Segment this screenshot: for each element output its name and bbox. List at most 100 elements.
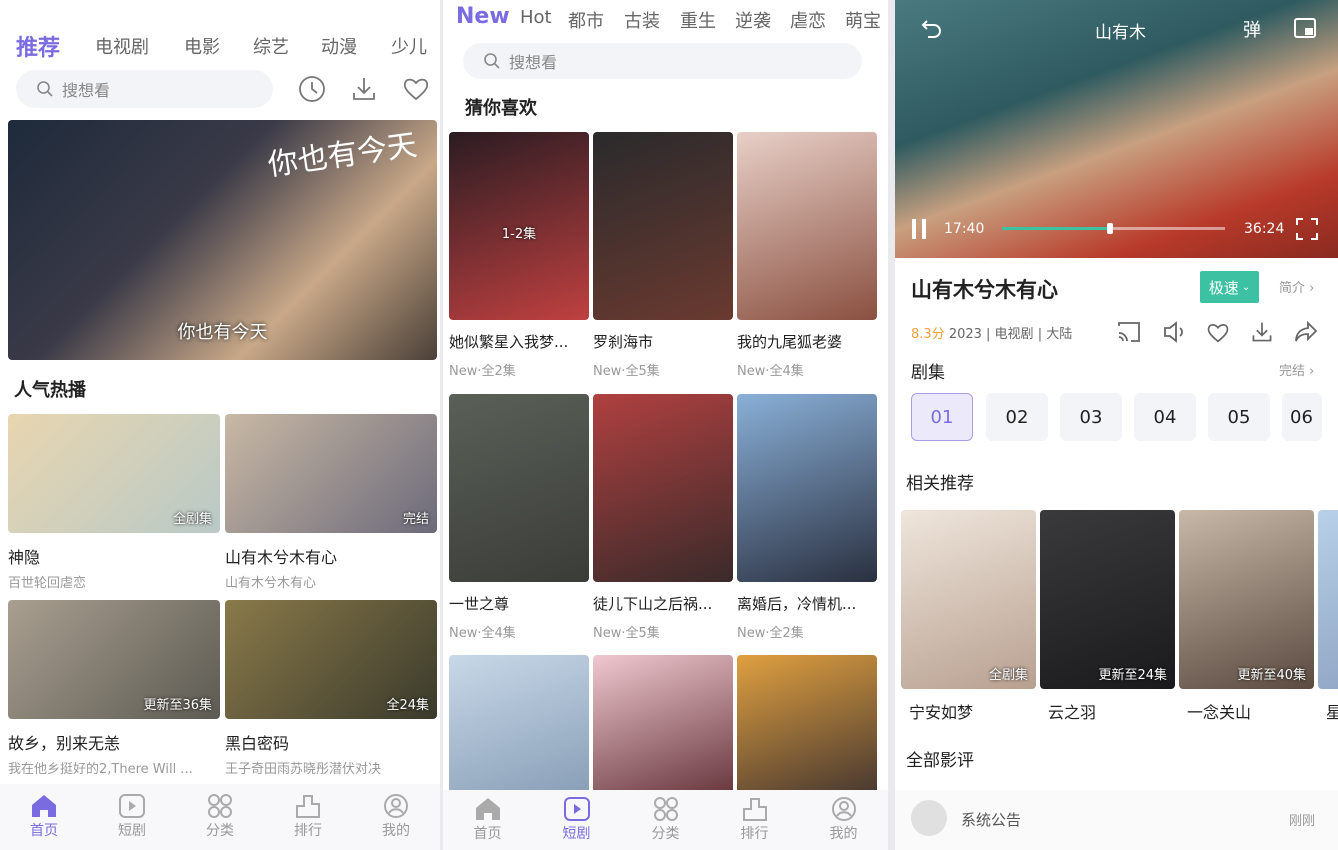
- nav-item-ranking[interactable]: 排行: [264, 784, 352, 850]
- review-item[interactable]: 系统公告 刚刚: [895, 790, 1338, 850]
- nav-item-ranking[interactable]: 排行: [710, 790, 799, 850]
- progress-bar[interactable]: [1002, 223, 1225, 234]
- short-drama-card[interactable]: [593, 655, 733, 790]
- poster-image: [593, 394, 733, 582]
- nav-item-play[interactable]: 短剧: [532, 790, 621, 850]
- pause-icon[interactable]: [909, 218, 929, 240]
- card-subtitle: 山有木兮木有心: [225, 576, 317, 591]
- short-drama-card[interactable]: 我的九尾狐老婆 New·全4集: [737, 132, 877, 382]
- profile-icon: [383, 794, 409, 818]
- episode-button[interactable]: 03: [1060, 393, 1122, 441]
- tab-3[interactable]: 古装: [624, 7, 660, 33]
- speed-button[interactable]: 极速 ⌄: [1200, 271, 1259, 303]
- poster-image: [1318, 510, 1338, 689]
- card-subtitle: 王子奇田雨苏晓彤潜伏对决: [225, 762, 382, 777]
- tab-3[interactable]: 综艺: [253, 33, 289, 59]
- episode-badge: 完结: [402, 512, 429, 527]
- card-meta: New·全5集: [593, 364, 660, 379]
- nav-item-home[interactable]: 首页: [0, 784, 88, 850]
- banner[interactable]: 你也有今天 你也有今天: [8, 120, 437, 360]
- nav-item-category[interactable]: 分类: [621, 790, 710, 850]
- nav-label: 排行: [740, 826, 769, 842]
- short-drama-card[interactable]: 罗刹海市 New·全5集: [593, 132, 733, 382]
- short-drama-card[interactable]: 离婚后，冷情机... New·全2集: [737, 394, 877, 644]
- related-card[interactable]: 全剧集 宁安如梦: [901, 510, 1036, 725]
- nav-item-profile[interactable]: 我的: [799, 790, 888, 850]
- related-card[interactable]: 更新至24集云之羽: [1040, 510, 1175, 725]
- tab-5[interactable]: 少儿: [391, 33, 427, 59]
- nav-item-home[interactable]: 首页: [443, 790, 532, 850]
- video-card[interactable]: 更新至36集 故乡，别来无恙 我在他乡挺好的2,There Will ...: [8, 600, 220, 777]
- share-icon[interactable]: [1294, 320, 1318, 344]
- nav-label: 我的: [382, 823, 410, 839]
- history-icon[interactable]: [298, 75, 326, 103]
- pip-icon[interactable]: [1293, 16, 1317, 40]
- poster-image: 全剧集: [901, 510, 1036, 689]
- progress-handle[interactable]: [1107, 223, 1114, 234]
- category-icon: [207, 794, 233, 818]
- audio-icon[interactable]: [1163, 320, 1187, 344]
- card-title: 徒儿下山之后祸...: [593, 595, 713, 613]
- tab-2[interactable]: 电影: [184, 33, 220, 59]
- tab-1[interactable]: Hot: [520, 7, 552, 28]
- fullscreen-icon[interactable]: [1295, 217, 1319, 241]
- poster-image: [593, 132, 733, 320]
- speed-label: 极速: [1208, 278, 1239, 297]
- card-title: 神隐: [8, 548, 41, 567]
- section-title: 猜你喜欢: [465, 98, 537, 119]
- episode-badge: 更新至40集: [1237, 668, 1306, 683]
- short-drama-card[interactable]: [737, 655, 877, 790]
- video-card[interactable]: 完结 山有木兮木有心 山有木兮木有心: [225, 414, 437, 591]
- play-icon: [119, 794, 145, 818]
- episode-button[interactable]: 06: [1282, 393, 1322, 441]
- nav-label: 短剧: [562, 826, 591, 842]
- meta-text: 2023 | 电视剧 | 大陆: [948, 327, 1073, 342]
- tab-2[interactable]: 都市: [568, 7, 604, 33]
- danmaku-toggle[interactable]: 弹: [1243, 16, 1261, 42]
- banner-logo: 你也有今天: [265, 127, 420, 184]
- episode-button[interactable]: 01: [911, 393, 973, 441]
- nav-label: 首页: [30, 823, 58, 839]
- video-card[interactable]: 全24集 黑白密码 王子奇田雨苏晓彤潜伏对决: [225, 600, 437, 777]
- episode-button[interactable]: 05: [1208, 393, 1270, 441]
- episode-badge: 更新至24集: [1098, 668, 1167, 683]
- search-input[interactable]: 搜想看: [16, 70, 273, 108]
- back-icon[interactable]: [919, 16, 945, 42]
- search-icon: [483, 52, 501, 70]
- short-drama-card[interactable]: 1-2集 她似繁星入我梦... New·全2集: [449, 132, 589, 382]
- intro-link[interactable]: 简介 ›: [1279, 277, 1314, 296]
- tab-7[interactable]: 萌宝: [845, 7, 881, 33]
- download-icon[interactable]: [350, 75, 378, 103]
- avatar: [911, 800, 947, 836]
- short-drama-card[interactable]: 徒儿下山之后祸... New·全5集: [593, 394, 733, 644]
- episode-button[interactable]: 04: [1134, 393, 1196, 441]
- tab-0[interactable]: 推荐: [16, 30, 60, 62]
- episodes-status-link[interactable]: 完结 ›: [1279, 360, 1314, 379]
- tab-4[interactable]: 动漫: [321, 33, 357, 59]
- search-input[interactable]: 搜想看: [463, 43, 862, 79]
- tab-0[interactable]: New: [456, 4, 510, 29]
- banner-caption: 你也有今天: [177, 322, 268, 343]
- related-card[interactable]: 星: [1318, 510, 1338, 725]
- download-icon[interactable]: [1250, 320, 1274, 344]
- favorite-icon[interactable]: [402, 75, 430, 103]
- card-title: 云之羽: [1048, 703, 1097, 722]
- nav-item-play[interactable]: 短剧: [88, 784, 176, 850]
- episode-badge: 1-2集: [501, 227, 537, 242]
- show-meta: 8.3分 2023 | 电视剧 | 大陆: [911, 323, 1072, 342]
- tab-4[interactable]: 重生: [680, 7, 716, 33]
- episode-button[interactable]: 02: [986, 393, 1048, 441]
- video-card[interactable]: 全剧集 神隐 百世轮回虐恋: [8, 414, 220, 591]
- tab-5[interactable]: 逆袭: [735, 7, 771, 33]
- video-player[interactable]: 山有木 弹 17:40 36:24: [895, 0, 1338, 258]
- short-drama-card[interactable]: 一世之尊 New·全4集: [449, 394, 589, 644]
- search-icon: [36, 80, 54, 98]
- related-card[interactable]: 更新至40集 一念关山: [1179, 510, 1314, 725]
- nav-item-profile[interactable]: 我的: [352, 784, 440, 850]
- favorite-icon[interactable]: [1206, 320, 1230, 344]
- tab-1[interactable]: 电视剧: [95, 33, 149, 59]
- short-drama-card[interactable]: [449, 655, 589, 790]
- tab-6[interactable]: 虐恋: [790, 7, 826, 33]
- cast-icon[interactable]: [1117, 320, 1141, 344]
- nav-item-category[interactable]: 分类: [176, 784, 264, 850]
